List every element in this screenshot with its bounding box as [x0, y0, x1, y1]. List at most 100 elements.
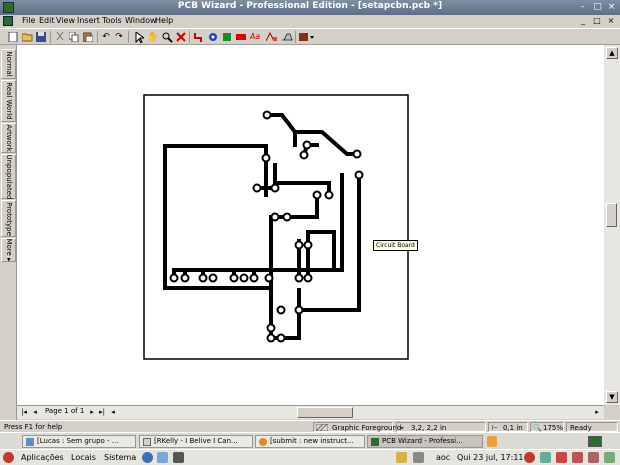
- minimize-button[interactable]: –: [577, 2, 588, 13]
- prev-page-button[interactable]: ◂: [30, 407, 40, 418]
- menu-applications[interactable]: Aplicações: [21, 453, 64, 462]
- menu-system[interactable]: Sistema: [104, 453, 136, 462]
- task-submit[interactable]: [submit : new instruct...: [255, 435, 365, 448]
- notify-icon[interactable]: [396, 452, 407, 463]
- board-outline: [143, 94, 409, 360]
- mdi-close-button[interactable]: ×: [606, 16, 616, 26]
- browser-launcher-icon[interactable]: [142, 452, 153, 463]
- paste-icon[interactable]: [82, 31, 94, 43]
- menu-tools[interactable]: Tools: [102, 16, 122, 25]
- player-icon: [143, 438, 151, 446]
- next-page-button[interactable]: ▸: [87, 407, 97, 418]
- pad-square-icon[interactable]: [221, 31, 233, 43]
- tray-icon-2[interactable]: [556, 452, 567, 463]
- menu-places[interactable]: Locais: [71, 453, 96, 462]
- horizontal-scroll-thumb[interactable]: [297, 407, 353, 418]
- menu-window[interactable]: Window: [125, 16, 157, 25]
- status-zoom: 🔍 175%: [530, 422, 564, 432]
- panel-user[interactable]: aoc: [436, 453, 450, 462]
- panel-clock[interactable]: Qui 23 jul, 17:11: [457, 453, 524, 462]
- layer-icon: [316, 424, 328, 431]
- select-arrow-icon[interactable]: [133, 31, 145, 43]
- tray-icon-4[interactable]: [588, 452, 599, 463]
- distro-logo-icon: [3, 452, 14, 463]
- copy-icon[interactable]: [68, 31, 80, 43]
- pad-smd-icon[interactable]: [235, 31, 247, 43]
- save-icon[interactable]: [35, 31, 47, 43]
- status-help: Press F1 for help: [4, 423, 63, 431]
- task-pcb-wizard[interactable]: PCB Wizard - Professi...: [367, 435, 483, 448]
- hand-icon[interactable]: ✋: [147, 31, 159, 43]
- delete-icon[interactable]: [175, 31, 187, 43]
- status-width: ⊢ 0,1 in: [488, 422, 528, 432]
- status-state: Ready: [566, 422, 618, 432]
- browser-icon: [259, 438, 267, 446]
- copper-icon[interactable]: [299, 31, 315, 43]
- mdi-restore-button[interactable]: □: [592, 16, 602, 26]
- page-info: Page 1 of 1: [45, 407, 85, 415]
- trash-icon[interactable]: [487, 436, 497, 447]
- tab-unpopulated[interactable]: Unpopulated: [1, 154, 16, 199]
- tray-icon-3[interactable]: [572, 452, 583, 463]
- pcb-wizard-window: PCB Wizard - Professional Edition - [set…: [0, 0, 620, 465]
- power-icon[interactable]: [524, 452, 535, 463]
- first-page-button[interactable]: |◂: [19, 407, 29, 418]
- vertical-scrollbar[interactable]: ▲ ▼: [604, 45, 620, 405]
- text-icon[interactable]: Aa: [249, 31, 261, 43]
- pcb-wizard-icon: [371, 438, 379, 446]
- scroll-down-button[interactable]: ▼: [606, 391, 618, 403]
- menu-edit[interactable]: Edit: [39, 16, 55, 25]
- toolbar: ↶ ↷ ✋ Aa: [0, 28, 620, 45]
- menu-bar: File Edit View Insert Tools Window Help …: [0, 15, 620, 28]
- window-title: PCB Wizard - Professional Edition - [set…: [177, 1, 443, 11]
- board-canvas[interactable]: Circuit Board: [17, 45, 604, 405]
- vertical-scroll-thumb[interactable]: [606, 203, 617, 227]
- open-icon[interactable]: [21, 31, 33, 43]
- view-tabs: Normal Real World Artwork Unpopulated Pr…: [0, 45, 17, 420]
- redo-icon[interactable]: ↷: [113, 31, 125, 43]
- new-icon[interactable]: [7, 31, 19, 43]
- task-lucas[interactable]: [Lucas : Sem grupo - ...: [22, 435, 136, 448]
- horizontal-scrollbar[interactable]: |◂ ◂ Page 1 of 1 ▸ ▸| ◂ ▸: [17, 405, 604, 419]
- tab-normal[interactable]: Normal: [1, 49, 16, 79]
- menu-view[interactable]: View: [56, 16, 75, 25]
- tab-prototype[interactable]: Prototype: [1, 200, 16, 237]
- tray-icon-1[interactable]: [540, 452, 551, 463]
- undo-icon[interactable]: ↶: [100, 31, 112, 43]
- mdi-minimize-button[interactable]: _: [578, 16, 588, 26]
- document-icon[interactable]: [3, 16, 13, 26]
- maximize-button[interactable]: □: [592, 2, 603, 13]
- status-layer: Graphic Foreground: [313, 422, 401, 432]
- pad-round-icon[interactable]: [207, 31, 219, 43]
- network-icon[interactable]: [413, 452, 424, 463]
- track-icon[interactable]: [193, 31, 205, 43]
- tab-real-world[interactable]: Real World: [1, 80, 16, 122]
- zoom-icon[interactable]: [161, 31, 173, 43]
- menu-help[interactable]: Help: [155, 16, 173, 25]
- title-bar[interactable]: PCB Wizard - Professional Edition - [set…: [0, 0, 620, 15]
- cut-icon[interactable]: [54, 31, 66, 43]
- terminal-launcher-icon[interactable]: [173, 452, 184, 463]
- chat-icon: [26, 438, 34, 446]
- workspace-icon[interactable]: [588, 436, 602, 447]
- last-page-button[interactable]: ▸|: [97, 407, 107, 418]
- close-button[interactable]: ×: [606, 2, 617, 13]
- menu-insert[interactable]: Insert: [77, 16, 100, 25]
- top-panel: Aplicações Locais Sistema aoc Qui 23 jul…: [0, 449, 620, 465]
- tab-artwork[interactable]: Artwork: [1, 123, 16, 153]
- scroll-right-button[interactable]: ▸: [592, 407, 602, 418]
- task-rkelly[interactable]: [RKelly - I Belive I Can...: [139, 435, 253, 448]
- text-style-icon[interactable]: [265, 31, 277, 43]
- status-bar: Press F1 for help Graphic Foreground ⌖ 3…: [0, 420, 620, 432]
- taskbar: [Lucas : Sem grupo - ... [RKelly - I Bel…: [0, 432, 620, 449]
- drill-icon[interactable]: [281, 31, 293, 43]
- scroll-up-button[interactable]: ▲: [606, 47, 618, 59]
- scroll-left-button[interactable]: ◂: [108, 407, 118, 418]
- menu-file[interactable]: File: [22, 16, 35, 25]
- circuit-board[interactable]: [17, 45, 604, 405]
- tooltip: Circuit Board: [373, 240, 418, 251]
- tab-more[interactable]: More ▸: [1, 238, 16, 262]
- tray-icon-5[interactable]: [604, 452, 615, 463]
- status-coords: ⌖ 3,2, 2,2 in: [396, 422, 486, 432]
- mail-launcher-icon[interactable]: [157, 452, 168, 463]
